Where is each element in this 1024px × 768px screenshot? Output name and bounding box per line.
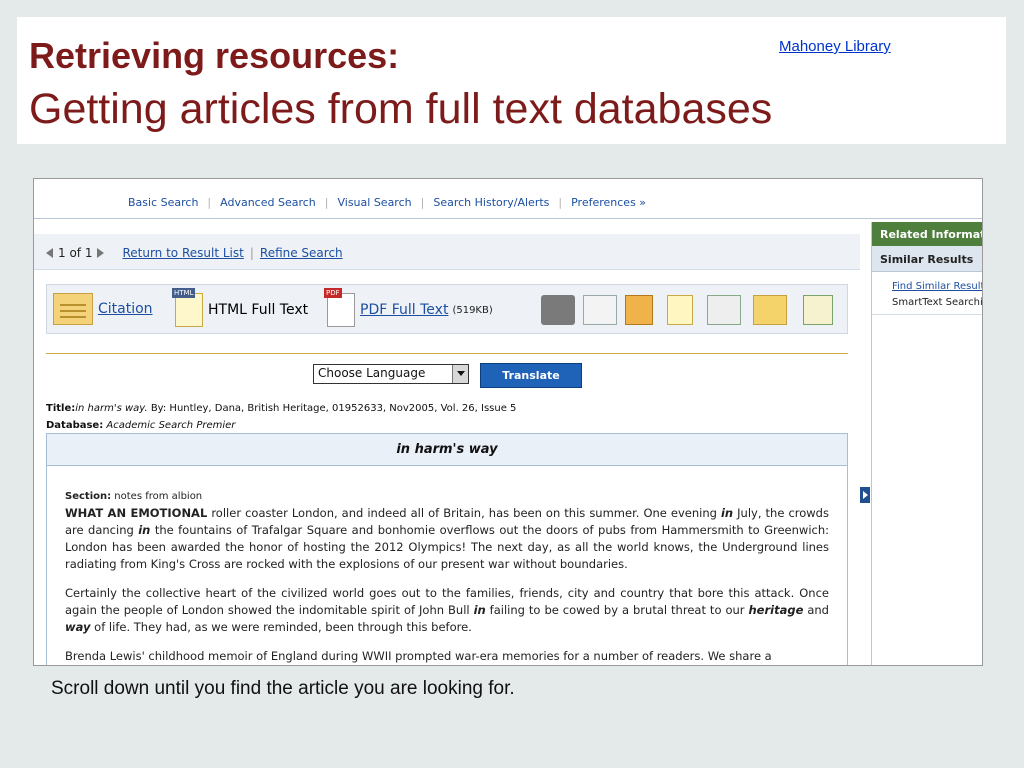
p2-highlight-in: in xyxy=(473,603,486,617)
article-paragraph-3: Brenda Lewis' childhood memoir of Englan… xyxy=(65,649,772,663)
slide-title-box: Retrieving resources: Getting articles f… xyxy=(17,17,1006,144)
nav-preferences[interactable]: Preferences » xyxy=(562,196,655,209)
email-icon[interactable] xyxy=(583,295,617,325)
p2-text-b: failing to be cowed by a brutal threat t… xyxy=(485,603,749,617)
related-information-header[interactable]: Related Information xyxy=(872,222,982,246)
refine-search-link[interactable]: Refine Search xyxy=(260,246,343,260)
article-heading: in harm's way xyxy=(47,434,847,466)
similar-results-header: Similar Results xyxy=(872,246,982,272)
expand-panel-arrow-icon[interactable] xyxy=(860,487,870,503)
add-to-folder-icon[interactable] xyxy=(753,295,787,325)
p1-text-c: the fountains of Trafalgar Square and bo… xyxy=(65,523,829,571)
nav-visual-search[interactable]: Visual Search xyxy=(328,196,420,209)
title-label: Title: xyxy=(46,403,76,414)
p1-text-a: roller coaster London, and indeed all of… xyxy=(207,506,721,520)
nav-advanced-search[interactable]: Advanced Search xyxy=(211,196,325,209)
format-toolbar: Citation HTML HTML Full Text PDF PDF Ful… xyxy=(46,284,848,334)
dropdown-arrow-icon[interactable] xyxy=(452,365,468,383)
citation-folder-icon xyxy=(53,293,93,325)
p2-highlight-heritage: heritage xyxy=(748,603,804,617)
html-full-text-label[interactable]: HTML Full Text xyxy=(208,302,308,318)
p2-text-c: and xyxy=(803,603,829,617)
p1-highlight-in-1: in xyxy=(720,506,734,520)
database-screenshot: Basic Search | Advanced Search | Visual Se… xyxy=(33,178,983,666)
pdf-file-size: (519KB) xyxy=(452,304,493,316)
article-paragraph-2: Certainly the collective heart of the ci… xyxy=(65,585,829,636)
article-body: Section: notes from albion WHAT AN EMOTI… xyxy=(47,466,847,665)
pdf-full-text-link[interactable]: PDF Full Text xyxy=(360,302,448,318)
slide-title: Retrieving resources: xyxy=(29,35,400,76)
pager-separator: | xyxy=(249,246,254,260)
return-to-result-list-link[interactable]: Return to Result List xyxy=(122,246,243,260)
smarttext-searching-label: SmartText Searching xyxy=(872,292,982,315)
database-meta: Database: Academic Search Premier xyxy=(46,420,235,431)
title-citation: By: Huntley, Dana, British Heritage, 019… xyxy=(147,403,517,414)
pdf-tag: PDF xyxy=(324,288,342,298)
previous-arrow-icon[interactable] xyxy=(46,248,53,258)
section-label: Section: xyxy=(65,491,112,502)
p2-text-d: of life. They had, as we were reminded, … xyxy=(90,620,472,634)
nav-basic-search[interactable]: Basic Search xyxy=(119,196,207,209)
create-note-icon[interactable] xyxy=(803,295,833,325)
language-select-value: Choose Language xyxy=(318,366,426,380)
citation-link[interactable]: Citation xyxy=(98,301,153,317)
section-value: notes from albion xyxy=(111,491,203,502)
next-arrow-icon[interactable] xyxy=(97,248,105,258)
nav-search-history[interactable]: Search History/Alerts xyxy=(424,196,558,209)
html-tag: HTML xyxy=(172,288,196,298)
print-icon[interactable] xyxy=(541,295,575,325)
mahoney-library-link[interactable]: Mahoney Library xyxy=(779,38,891,55)
article-section: Section: notes from albion xyxy=(65,488,829,505)
citation-button[interactable]: Citation xyxy=(53,293,153,325)
title-value: in harm's way. xyxy=(75,403,148,414)
save-icon[interactable] xyxy=(625,295,653,325)
main-content: 1 of 1 Return to Result List | Refine Se… xyxy=(34,234,860,665)
related-information-panel: Related Information Similar Results Find… xyxy=(871,222,982,665)
find-similar-results-link[interactable]: Find Similar Results xyxy=(872,272,982,292)
p1-lead: WHAT AN EMOTIONAL xyxy=(65,506,208,520)
database-value: Academic Search Premier xyxy=(106,420,236,431)
database-label: Database: xyxy=(46,420,104,431)
divider xyxy=(46,353,848,354)
slide-subtitle: Getting articles from full text database… xyxy=(29,85,773,133)
pdf-document-icon: PDF xyxy=(324,288,355,327)
article-panel: in harm's way Section: notes from albion… xyxy=(46,433,848,665)
html-full-text-button[interactable]: HTML HTML Full Text xyxy=(172,288,308,327)
article-paragraph-1: WHAT AN EMOTIONAL roller coaster London,… xyxy=(65,505,829,573)
article-title-meta: Title:in harm's way. By: Huntley, Dana, … xyxy=(46,403,516,414)
pdf-full-text-button[interactable]: PDF PDF Full Text (519KB) xyxy=(324,288,493,327)
top-navigation: Basic Search | Advanced Search | Visual Se… xyxy=(34,179,982,219)
cite-icon[interactable] xyxy=(667,295,693,325)
result-count: 1 of 1 xyxy=(58,246,93,260)
slide-caption: Scroll down until you find the article y… xyxy=(51,678,515,699)
p1-highlight-in-2: in xyxy=(138,523,151,537)
export-icon[interactable] xyxy=(707,295,741,325)
language-select[interactable]: Choose Language xyxy=(313,364,469,384)
pager-bar: 1 of 1 Return to Result List | Refine Se… xyxy=(34,234,860,270)
html-document-icon: HTML xyxy=(172,288,203,327)
p2-highlight-way: way xyxy=(65,620,91,634)
translate-button[interactable]: Translate xyxy=(480,363,582,388)
